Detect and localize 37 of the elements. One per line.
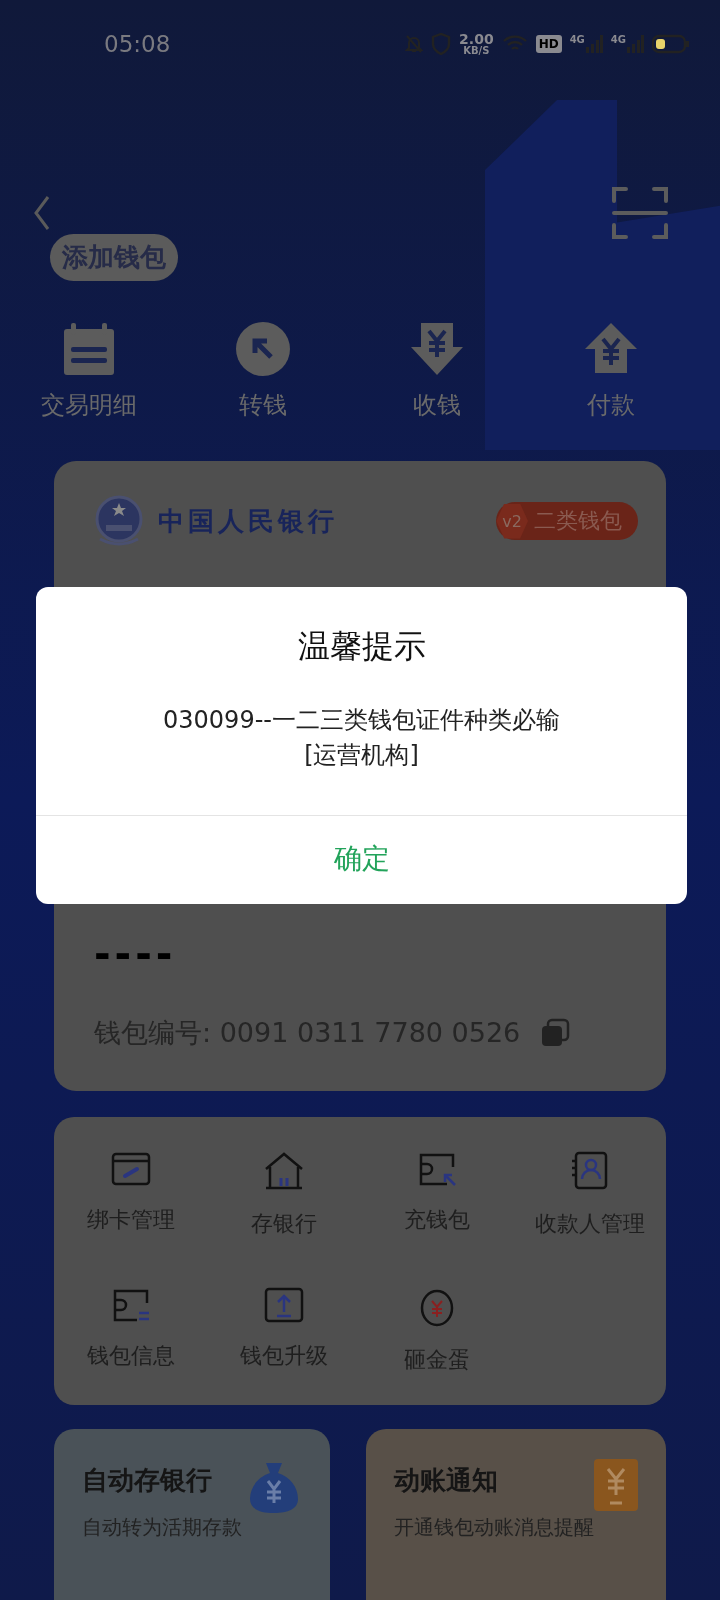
egg-icon[interactable]	[418, 1287, 455, 1327]
shield-icon	[431, 33, 452, 55]
network-type: 4G	[569, 34, 585, 45]
action-label: 转钱	[239, 390, 287, 421]
dialog-message: 030099--一二三类钱包证件种类必输	[163, 705, 560, 736]
network-speed: 2.00	[459, 32, 494, 46]
arrow-circle-icon[interactable]	[235, 321, 291, 377]
signal-icon	[584, 34, 603, 54]
bell-off-icon	[405, 34, 424, 54]
dialog-message: [运营机构]	[304, 739, 419, 771]
network-type: 4G	[610, 34, 626, 45]
upgrade-icon[interactable]	[263, 1287, 304, 1323]
bank-icon[interactable]	[263, 1151, 304, 1191]
hidden-balance: ----	[94, 931, 178, 977]
contact-book-icon[interactable]	[569, 1151, 610, 1191]
confirm-button[interactable]: 确定	[36, 814, 687, 904]
action-label: 收钱	[413, 390, 461, 421]
promo-title: 动账通知	[394, 1464, 499, 1497]
copy-icon[interactable]	[540, 1018, 571, 1048]
status-time: 05:08	[104, 31, 171, 57]
back-icon[interactable]	[32, 195, 52, 231]
dialog-title: 温馨提示	[297, 626, 426, 667]
action-label: 付款	[587, 390, 635, 421]
yen-card-icon	[594, 1459, 638, 1511]
battery-icon	[652, 34, 690, 54]
yen-down-arrow-icon[interactable]	[409, 321, 465, 377]
emblem-icon	[94, 495, 144, 547]
promo-title: 自动存银行	[82, 1464, 213, 1497]
signal-icon	[626, 34, 644, 54]
linked-card-icon[interactable]	[110, 1151, 151, 1187]
tier-level: v2	[496, 503, 528, 539]
action-label: 交易明细	[41, 390, 137, 421]
hd-badge: HD	[535, 35, 562, 53]
speed-unit: KB/S	[463, 46, 490, 56]
calendar-icon[interactable]	[61, 321, 117, 377]
tier-label: 二类钱包	[534, 507, 622, 535]
scan-icon[interactable]	[612, 185, 668, 241]
